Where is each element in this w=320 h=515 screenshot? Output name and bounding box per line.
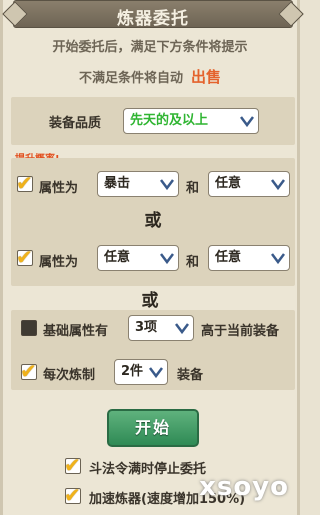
stop-option-label: 斗法令满时停止委托 xyxy=(89,462,207,477)
per-refine-value: 2件 xyxy=(121,364,144,379)
attr-row-2-joiner: 和 xyxy=(186,255,200,270)
attr-row-1-joiner: 和 xyxy=(186,181,200,196)
conditions-panel: 基础属性有 3项 高于当前装备 ✔ 每次炼制 2件 装备 xyxy=(11,310,295,390)
checkmark-icon: ✔ xyxy=(64,483,81,507)
chevron-down-icon xyxy=(271,253,285,265)
base-attr-label: 基础属性有 xyxy=(43,324,109,339)
attr-row-1-value-2: 任意 xyxy=(215,176,242,191)
quality-select[interactable]: 先天的及以上 xyxy=(123,108,259,134)
base-attr-checkbox[interactable] xyxy=(21,320,37,336)
attr-row-2-select-1[interactable]: 任意 xyxy=(97,245,179,271)
dialog-frame: 炼器委托 开始委托后，满足下方条件将提示 不满足条件将自动 出售 装备品质 先天的… xyxy=(0,0,304,515)
attr-row-1-select-1[interactable]: 暴击 xyxy=(97,171,179,197)
per-refine-suffix: 装备 xyxy=(177,368,204,383)
description-line-1: 开始委托后，满足下方条件将提示 xyxy=(52,40,248,55)
chevron-down-icon xyxy=(271,179,285,191)
per-refine-select[interactable]: 2件 xyxy=(114,359,168,385)
title-bar: 炼器委托 xyxy=(2,0,304,29)
attr-row-2-value-1: 任意 xyxy=(104,250,131,265)
description-line-2-text: 不满足条件将自动 xyxy=(78,71,183,86)
chevron-down-icon xyxy=(149,367,163,379)
chevron-down-icon xyxy=(160,253,174,265)
quality-label: 装备品质 xyxy=(49,116,102,131)
checkmark-icon: ✔ xyxy=(16,245,33,269)
dialog-title: 炼器委托 xyxy=(117,9,189,29)
attr-row-2-label: 属性为 xyxy=(39,255,79,270)
base-attr-select[interactable]: 3项 xyxy=(128,315,194,341)
chevron-down-icon xyxy=(175,323,189,335)
checkmark-icon: ✔ xyxy=(64,453,81,477)
attr-row-2-value-2: 任意 xyxy=(215,250,242,265)
sell-label: 出售 xyxy=(191,68,222,86)
chevron-down-icon xyxy=(160,179,174,191)
speed-option-checkbox[interactable]: ✔ xyxy=(64,483,81,507)
checkmark-icon: ✔ xyxy=(20,359,37,383)
checkmark-icon: ✔ xyxy=(16,171,33,195)
per-refine-label: 每次炼制 xyxy=(43,368,96,383)
or-separator-1: 或 xyxy=(144,211,162,231)
attr-row-1-value-1: 暴击 xyxy=(104,176,131,191)
attr-row-2-checkbox[interactable]: ✔ xyxy=(16,245,33,269)
quality-select-value: 先天的及以上 xyxy=(130,113,209,128)
or-separator-2: 或 xyxy=(141,291,159,311)
quality-panel: 装备品质 先天的及以上 xyxy=(11,97,295,145)
attr-row-1-select-2[interactable]: 任意 xyxy=(208,171,290,197)
watermark-logo: xsoyo xyxy=(199,472,289,502)
base-attr-suffix: 高于当前装备 xyxy=(201,324,280,339)
attr-row-1-checkbox[interactable]: ✔ xyxy=(16,171,33,195)
chevron-down-icon xyxy=(240,116,254,128)
attribute-panel: ✔ 属性为 暴击 和 任意 或 ✔ 属性为 任意 和 任意 xyxy=(11,158,295,286)
base-attr-value: 3项 xyxy=(135,320,158,335)
attr-row-2-select-2[interactable]: 任意 xyxy=(208,245,290,271)
stop-option-checkbox[interactable]: ✔ xyxy=(64,453,81,477)
per-refine-checkbox[interactable]: ✔ xyxy=(20,359,37,383)
attr-row-1-label: 属性为 xyxy=(39,181,79,196)
start-button[interactable]: 开始 xyxy=(107,409,199,447)
description-line-2: 不满足条件将自动 出售 xyxy=(3,66,297,87)
